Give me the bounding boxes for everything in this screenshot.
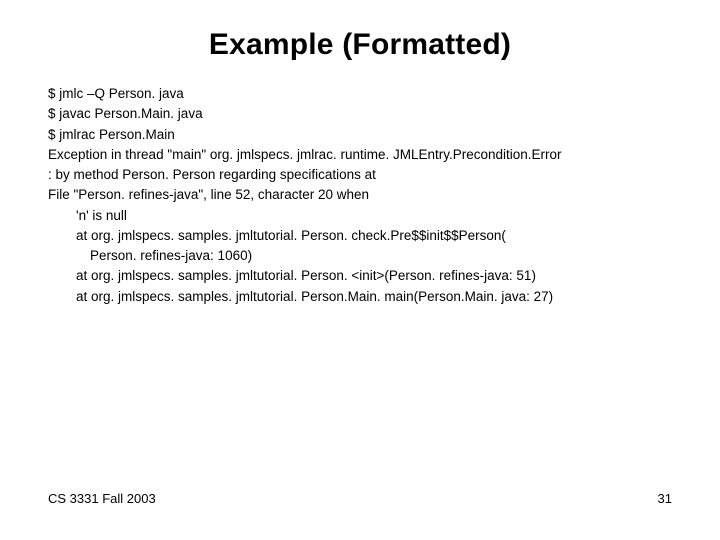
- slide-title: Example (Formatted): [48, 28, 672, 62]
- output-line: $ javac Person.Main. java: [48, 104, 672, 124]
- slide: Example (Formatted) $ jmlc –Q Person. ja…: [0, 0, 720, 540]
- output-line: Exception in thread "main" org. jmlspecs…: [48, 145, 672, 165]
- output-line: Person. refines-java: 1060): [48, 246, 672, 266]
- output-line: 'n' is null: [48, 206, 672, 226]
- footer: CS 3331 Fall 2003 31: [48, 491, 672, 506]
- output-line: at org. jmlspecs. samples. jmltutorial. …: [48, 266, 672, 286]
- page-number: 31: [658, 491, 672, 506]
- output-line: $ jmlrac Person.Main: [48, 125, 672, 145]
- footer-left: CS 3331 Fall 2003: [48, 491, 156, 506]
- output-line: File "Person. refines-java", line 52, ch…: [48, 185, 672, 205]
- output-line: at org. jmlspecs. samples. jmltutorial. …: [48, 226, 672, 246]
- output-line: : by method Person. Person regarding spe…: [48, 165, 672, 185]
- output-line: $ jmlc –Q Person. java: [48, 84, 672, 104]
- output-line: at org. jmlspecs. samples. jmltutorial. …: [48, 287, 672, 307]
- code-output-block: $ jmlc –Q Person. java $ javac Person.Ma…: [48, 84, 672, 307]
